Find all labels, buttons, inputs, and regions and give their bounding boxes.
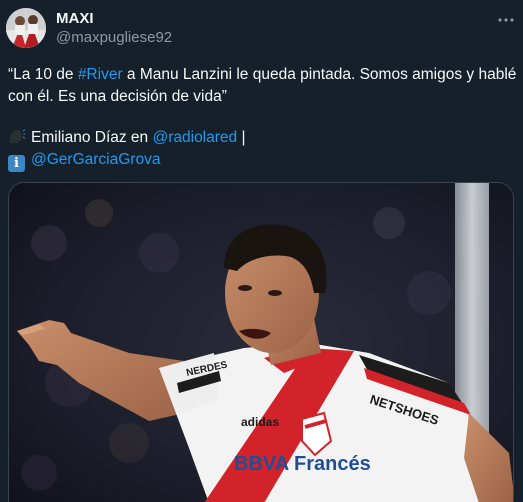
author-handle[interactable]: @maxpugliese92: [56, 29, 172, 46]
credit-line: Emiliano Díaz en @radiolared |: [8, 127, 246, 149]
adidas-logo: adidas: [241, 415, 279, 429]
hashtag-link[interactable]: #River: [78, 66, 123, 83]
tweet-text-line-1: “La 10 de #River a Manu Lanzini le queda…: [8, 64, 516, 86]
credit-text: Emiliano Díaz en: [31, 129, 153, 146]
tweet-photo[interactable]: NETSHOES BBVA Francés NERDES adidas: [8, 182, 514, 502]
info-icon: i: [8, 155, 25, 172]
jersey-brand-text: BBVA Francés: [234, 453, 371, 475]
source-line: i @GerGarciaGrova: [8, 149, 160, 172]
avatar[interactable]: [6, 8, 46, 48]
speaking-head-icon: [8, 128, 26, 145]
tweet-text-part: a Manu Lanzini le queda pintada. Somos a…: [122, 66, 517, 83]
mention-link-gergarciagrova[interactable]: @GerGarciaGrova: [31, 151, 160, 168]
more-dots-icon[interactable]: [496, 10, 516, 30]
author-name[interactable]: MAXI: [56, 10, 94, 27]
credit-separator: |: [237, 129, 246, 146]
mention-link-radiolared[interactable]: @radiolared: [152, 129, 237, 146]
tweet-text-part: “La 10 de: [8, 66, 78, 83]
tweet-text-line-2: con él. Es una decisión de vida”: [8, 88, 227, 105]
